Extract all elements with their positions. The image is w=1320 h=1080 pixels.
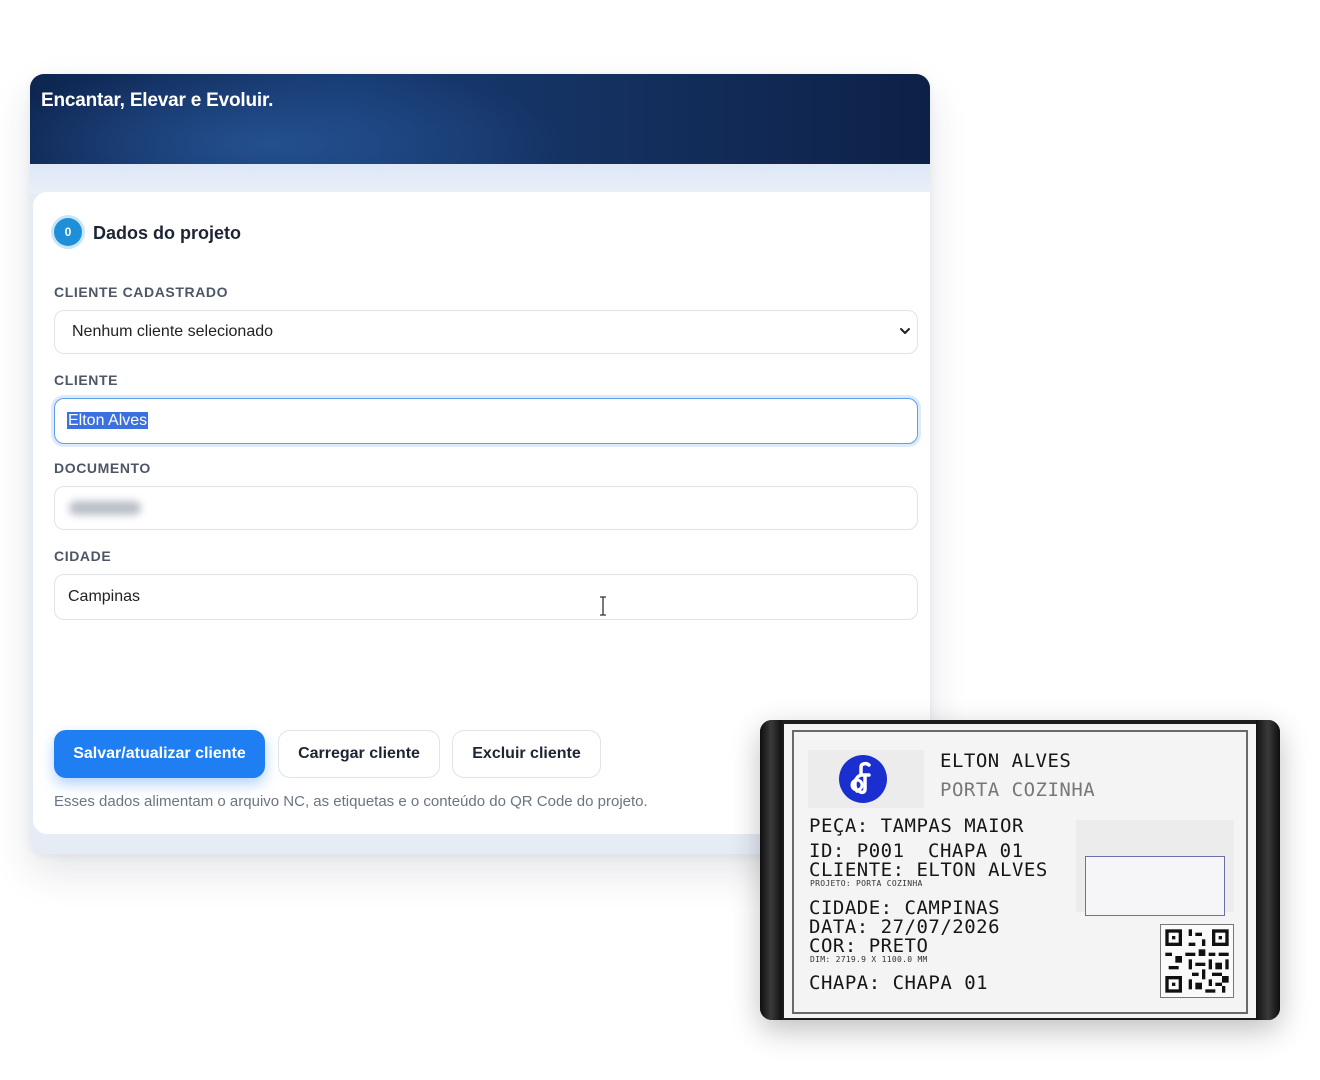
qr-code-icon <box>1160 924 1234 998</box>
label-paper: ELTON ALVES PORTA COZINHA PEÇA: TAMPAS M… <box>784 724 1256 1018</box>
client-input[interactable]: Elton Alves <box>54 398 918 444</box>
save-client-button[interactable]: Salvar/atualizar cliente <box>54 730 265 778</box>
registered-client-value: Nenhum cliente selecionado <box>72 323 274 340</box>
document-label: DOCUMENTO <box>54 460 151 476</box>
label-piece: PEÇA: TAMPAS MAIOR <box>809 815 1024 837</box>
label-client-name: ELTON ALVES <box>940 750 1072 772</box>
printed-label-photo: ELTON ALVES PORTA COZINHA PEÇA: TAMPAS M… <box>760 720 1280 1020</box>
section-number-badge: 0 <box>54 218 82 246</box>
label-project-line: PROJETO: PORTA COZINHA <box>810 879 923 888</box>
header-tagline: Encantar, Elevar e Evoluir. <box>41 90 274 111</box>
header-divider <box>30 164 930 194</box>
document-input[interactable] <box>54 486 918 530</box>
section-title: Dados do projeto <box>93 223 241 243</box>
logo-icon <box>839 755 887 803</box>
client-value: Elton Alves <box>67 412 149 429</box>
city-label: CIDADE <box>54 548 112 564</box>
label-color: COR: PRETO <box>809 935 929 957</box>
form-hint: Esses dados alimentam o arquivo NC, as e… <box>54 793 648 810</box>
registered-client-label: CLIENTE CADASTRADO <box>54 284 229 300</box>
load-client-button[interactable]: Carregar cliente <box>278 730 440 778</box>
label-chapa: CHAPA: CHAPA 01 <box>809 972 989 994</box>
text-cursor-icon <box>600 596 606 616</box>
city-value: Campinas <box>68 588 141 605</box>
label-project-name: PORTA COZINHA <box>940 779 1096 801</box>
city-input[interactable]: Campinas <box>54 574 918 620</box>
document-redacted-value <box>69 501 141 515</box>
label-blank-box <box>1085 856 1225 916</box>
header-banner: Encantar, Elevar e Evoluir. <box>30 74 930 164</box>
chevron-down-icon <box>900 328 910 334</box>
label-client-line: CLIENTE: ELTON ALVES <box>809 859 1048 881</box>
registered-client-select[interactable]: Nenhum cliente selecionado <box>54 310 918 354</box>
label-dimensions: DIM: 2719.9 X 1100.0 MM <box>810 955 928 964</box>
client-label: CLIENTE <box>54 372 119 388</box>
delete-client-button[interactable]: Excluir cliente <box>452 730 601 778</box>
